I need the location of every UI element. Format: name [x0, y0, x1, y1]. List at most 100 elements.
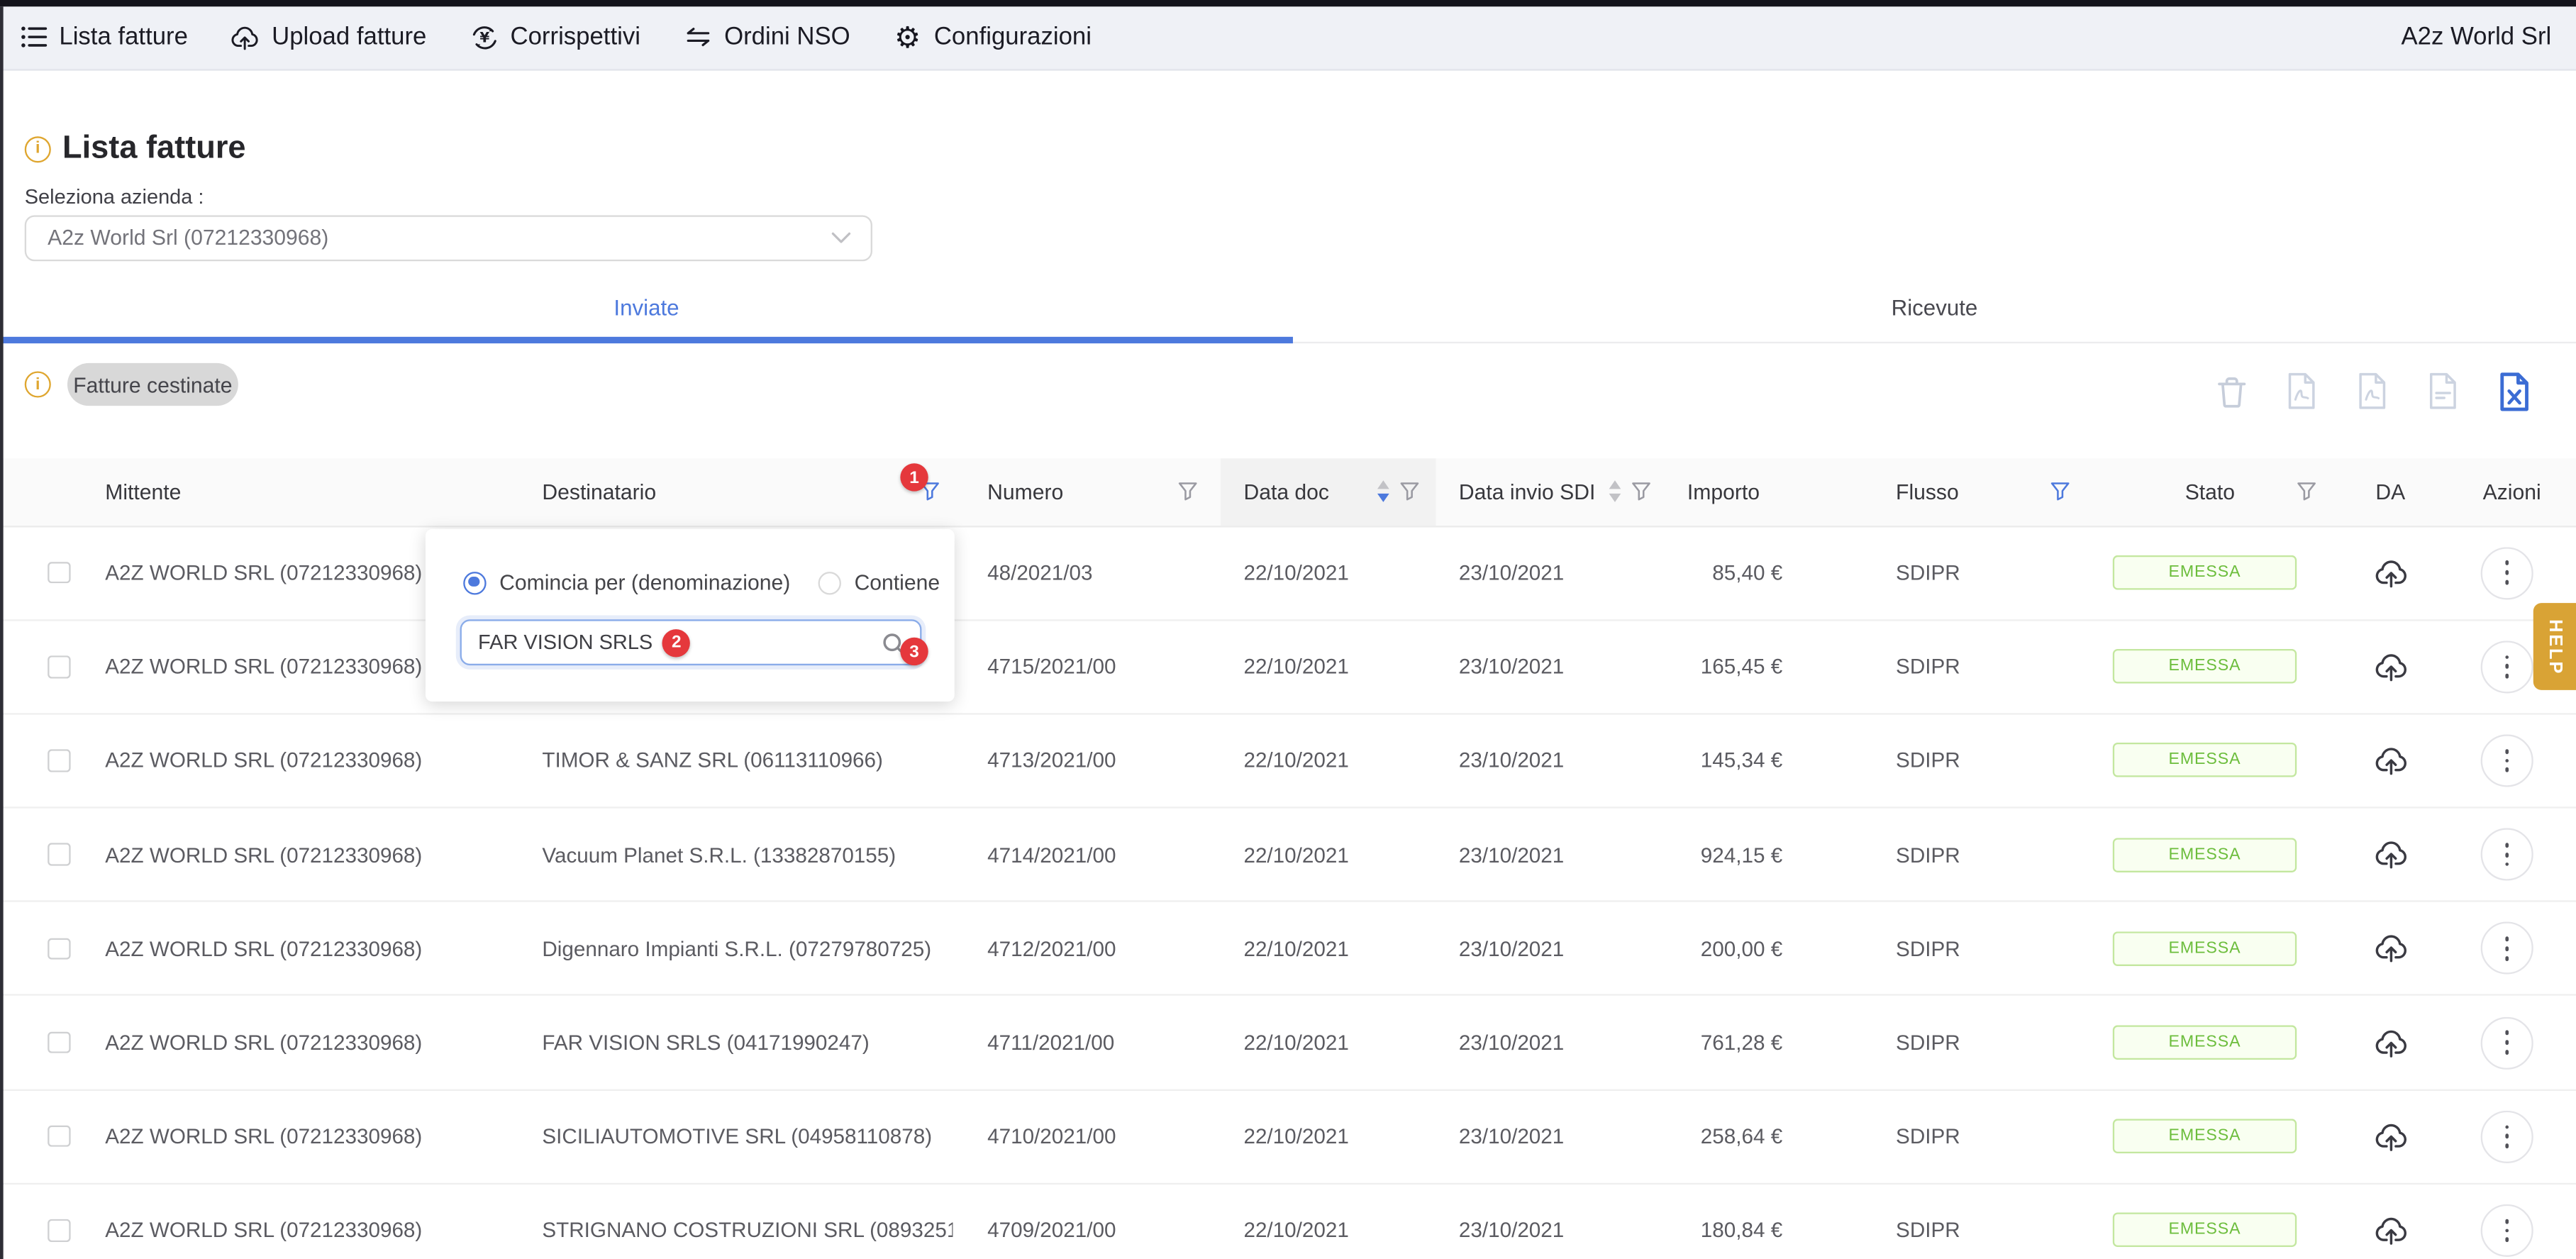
row-actions-button[interactable] [2481, 546, 2533, 599]
filter-icon[interactable] [1178, 482, 1198, 501]
nav-item-lista-fatture[interactable]: Lista fatture [18, 23, 187, 52]
download-cloud-button[interactable] [2373, 744, 2408, 777]
cell-mittente: A2Z WORLD SRL (07212330968) [95, 936, 493, 961]
nav-item-configurazioni[interactable]: ⚙ Configurazioni [893, 23, 1092, 52]
download-cloud-button[interactable] [2373, 838, 2408, 871]
status-badge: EMESSA [2113, 1119, 2297, 1154]
cell-mittente: A2Z WORLD SRL (07212330968) [95, 842, 493, 867]
sort-carets-icon[interactable] [1609, 479, 1622, 502]
download-cloud-button[interactable] [2373, 1120, 2408, 1153]
trash-icon[interactable] [2211, 368, 2251, 414]
download-cloud-button[interactable] [2373, 1026, 2408, 1059]
filter-icon[interactable] [2050, 482, 2070, 501]
export-toolbar [2211, 368, 2533, 414]
header-flusso: Flusso [1816, 457, 2103, 525]
status-badge: EMESSA [2113, 1025, 2297, 1060]
cell-numero: 4712/2021/00 [953, 936, 1221, 961]
cell-data-invio-sdi: 23/10/2021 [1436, 842, 1665, 867]
row-checkbox[interactable] [48, 1219, 70, 1241]
row-actions-button[interactable] [2481, 640, 2533, 693]
cell-mittente: A2Z WORLD SRL (07212330968) [95, 748, 493, 773]
tab-ricevute[interactable]: Ricevute [1293, 279, 2576, 337]
cell-importo: 258,64 € [1666, 1124, 1816, 1149]
status-badge: EMESSA [2113, 931, 2297, 966]
tab-inviate[interactable]: Inviate [0, 279, 1293, 337]
row-checkbox[interactable] [48, 843, 70, 865]
row-actions-button[interactable] [2481, 1016, 2533, 1069]
tutorial-marker-1: 1 [900, 463, 928, 491]
row-checkbox[interactable] [48, 750, 70, 772]
tutorial-marker-3: 3 [900, 638, 928, 665]
invoices-table: Mittente Destinatario 1 Numero Data doc [0, 457, 2576, 1259]
header-checkbox-cell [0, 457, 95, 525]
cell-destinatario: Vacuum Planet S.R.L. (13382870155) [493, 842, 953, 867]
row-checkbox[interactable] [48, 1031, 70, 1053]
sort-carets-icon[interactable] [1377, 479, 1390, 502]
header-azioni: Azioni [2448, 457, 2576, 525]
download-cloud-button[interactable] [2373, 556, 2408, 589]
radio-selected-icon[interactable] [463, 571, 486, 594]
file-pdf-icon[interactable] [2353, 368, 2392, 414]
cell-data-doc: 22/10/2021 [1221, 560, 1436, 585]
destinatario-filter-popup: Comincia per (denominazione) Contiene FA… [426, 529, 955, 701]
header-da: DA [2333, 457, 2448, 525]
help-tab[interactable]: HELP [2533, 603, 2576, 690]
file-pdf-icon[interactable] [2282, 368, 2321, 414]
row-actions-button[interactable] [2481, 734, 2533, 787]
cell-data-doc: 22/10/2021 [1221, 748, 1436, 773]
destinatario-search-input[interactable]: FAR VISION SRLS 2 [460, 619, 922, 665]
download-cloud-button[interactable] [2373, 1214, 2408, 1247]
app-window: Lista fatture Upload fatture ¥ Corrispet… [0, 0, 2576, 1259]
nav-item-corrispettivi[interactable]: ¥ Corrispettivi [470, 23, 640, 52]
nav-item-label: Ordini NSO [724, 23, 850, 51]
header-mittente: Mittente [95, 457, 493, 525]
currency-sync-icon: ¥ [470, 23, 499, 52]
cell-numero: 4709/2021/00 [953, 1218, 1221, 1243]
radio-unselected-icon[interactable] [818, 571, 841, 594]
header-data-doc[interactable]: Data doc [1221, 457, 1436, 525]
table-row: A2Z WORLD SRL (07212330968) STRIGNANO CO… [0, 1185, 2576, 1259]
row-actions-button[interactable] [2481, 922, 2533, 975]
fatture-cestinate-button[interactable]: Fatture cestinate [67, 363, 238, 406]
row-checkbox[interactable] [48, 938, 70, 960]
company-select-value: A2z World Srl (07212330968) [48, 226, 328, 250]
status-badge: EMESSA [2113, 743, 2297, 778]
row-actions-button[interactable] [2481, 1110, 2533, 1163]
tutorial-marker-2: 2 [662, 628, 690, 656]
row-actions-button[interactable] [2481, 828, 2533, 881]
cell-importo: 924,15 € [1666, 842, 1816, 867]
company-select[interactable]: A2z World Srl (07212330968) [25, 215, 872, 260]
row-checkbox[interactable] [48, 562, 70, 584]
info-icon[interactable]: i [25, 135, 51, 162]
row-actions-button[interactable] [2481, 1204, 2533, 1257]
radio-comincia-per[interactable]: Comincia per (denominazione) [463, 570, 790, 595]
cell-destinatario: TIMOR & SANZ SRL (06113110966) [493, 748, 953, 773]
radio-contiene[interactable]: Contiene [818, 570, 940, 595]
filter-icon[interactable] [2297, 482, 2316, 501]
cell-mittente: A2Z WORLD SRL (07212330968) [95, 1218, 493, 1243]
nav-item-upload-fatture[interactable]: Upload fatture [231, 23, 426, 52]
filter-icon[interactable] [1400, 482, 1420, 501]
cell-numero: 48/2021/03 [953, 560, 1221, 585]
download-cloud-button[interactable] [2373, 932, 2408, 965]
active-tab-underline [0, 337, 1293, 343]
search-input-value: FAR VISION SRLS [478, 631, 653, 653]
row-checkbox[interactable] [48, 1126, 70, 1148]
file-excel-icon[interactable] [2494, 368, 2533, 414]
info-icon[interactable]: i [25, 371, 51, 397]
table-row: A2Z WORLD SRL (07212330968) Vacuum Plane… [0, 809, 2576, 902]
filter-icon[interactable] [1631, 482, 1651, 501]
nav-item-label: Configurazioni [934, 23, 1092, 51]
cell-numero: 4711/2021/00 [953, 1030, 1221, 1055]
cell-data-doc: 22/10/2021 [1221, 936, 1436, 961]
file-doc-icon[interactable] [2424, 368, 2463, 414]
cell-flusso: SDIPR [1816, 560, 2103, 585]
table-row: A2Z WORLD SRL (07212330968) 48/2021/03 2… [0, 526, 2576, 620]
cell-data-invio-sdi: 23/10/2021 [1436, 560, 1665, 585]
nav-item-ordini-nso[interactable]: Ordini NSO [683, 23, 850, 52]
table-row: A2Z WORLD SRL (07212330968) Digennaro Im… [0, 902, 2576, 996]
row-checkbox[interactable] [48, 655, 70, 677]
cell-data-invio-sdi: 23/10/2021 [1436, 1124, 1665, 1149]
header-data-invio-sdi[interactable]: Data invio SDI [1436, 457, 1665, 525]
download-cloud-button[interactable] [2373, 650, 2408, 683]
